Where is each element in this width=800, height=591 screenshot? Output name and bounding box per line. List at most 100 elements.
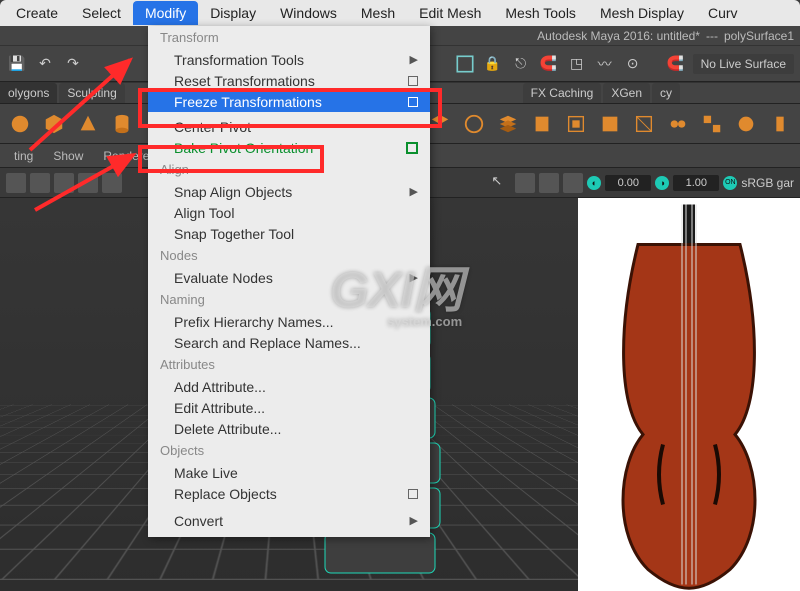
shelf-tab-xgen[interactable]: XGen xyxy=(603,83,650,103)
poly-sphere-icon[interactable] xyxy=(8,112,32,136)
grid-snap-icon[interactable]: ◳ xyxy=(566,53,588,75)
shelf-tab-polygons[interactable]: olygons xyxy=(0,83,57,103)
gamma-value[interactable]: 1.00 xyxy=(673,175,719,191)
menu-create[interactable]: Create xyxy=(4,1,70,25)
image-plane-viewport[interactable] xyxy=(578,198,800,591)
menu-curves[interactable]: Curv xyxy=(696,1,750,25)
panel-icon-5[interactable] xyxy=(102,173,122,193)
srgb-toggle-icon[interactable]: ON xyxy=(723,176,737,190)
menuitem-label: Align Tool xyxy=(174,205,234,221)
section-transform: Transform xyxy=(148,26,430,49)
curve-snap-icon[interactable]: 〰 xyxy=(594,53,616,75)
menuitem-replace-objects[interactable]: Replace Objects xyxy=(148,483,430,504)
menu-mesh[interactable]: Mesh xyxy=(349,1,407,25)
point-snap-icon[interactable]: ⊙ xyxy=(622,53,644,75)
panel-view-icon[interactable] xyxy=(539,173,559,193)
app-title: Autodesk Maya 2016: untitled* xyxy=(537,29,700,43)
menuitem-reset-transformations[interactable]: Reset Transformations xyxy=(148,70,430,91)
select-tool-icon[interactable] xyxy=(454,53,476,75)
menuitem-convert[interactable]: Convert ▶ xyxy=(148,510,430,531)
menubar: Create Select Modify Display Windows Mes… xyxy=(0,0,800,26)
redo-icon[interactable]: ↷ xyxy=(62,53,84,75)
submenu-arrow-icon: ▶ xyxy=(410,514,418,527)
menu-mesh-tools[interactable]: Mesh Tools xyxy=(493,1,588,25)
save-icon[interactable]: 💾 xyxy=(6,53,28,75)
menuitem-make-live[interactable]: Make Live xyxy=(148,462,430,483)
shelf-poly-stack-icon[interactable] xyxy=(496,112,520,136)
menuitem-snap-together[interactable]: Snap Together Tool xyxy=(148,223,430,244)
menu-edit-mesh[interactable]: Edit Mesh xyxy=(407,1,493,25)
menuitem-label: Reset Transformations xyxy=(174,73,315,89)
colorspace-label[interactable]: sRGB gar xyxy=(741,176,794,190)
lock-icon[interactable]: 🔒 xyxy=(482,53,504,75)
exposure-value[interactable]: 0.00 xyxy=(605,175,651,191)
snap-icon[interactable]: ⎋ xyxy=(510,53,532,75)
panel-icon-3[interactable] xyxy=(54,173,74,193)
shelf-extrude-icon[interactable] xyxy=(564,112,588,136)
panel-show[interactable]: Show xyxy=(43,145,93,167)
menu-mesh-display[interactable]: Mesh Display xyxy=(588,1,696,25)
title-sep: --- xyxy=(706,29,718,43)
menuitem-transformation-tools[interactable]: Transformation Tools▶ xyxy=(148,49,430,70)
menuitem-snap-align[interactable]: Snap Align Objects▶ xyxy=(148,181,430,202)
menuitem-bake-pivot[interactable]: Bake Pivot Orientation xyxy=(148,137,430,158)
shelf-tab-fxcaching[interactable]: FX Caching xyxy=(523,83,602,103)
panel-icon-2[interactable] xyxy=(30,173,50,193)
live-surface-icon[interactable]: 🧲 xyxy=(665,53,687,75)
menuitem-add-attribute[interactable]: Add Attribute... xyxy=(148,376,430,397)
exposure-low-icon[interactable]: ◐ xyxy=(587,176,601,190)
menuitem-prefix-names[interactable]: Prefix Hierarchy Names... xyxy=(148,311,430,332)
panel-icon-1[interactable] xyxy=(6,173,26,193)
section-attributes: Attributes xyxy=(148,353,430,376)
poly-cone-icon[interactable] xyxy=(76,112,100,136)
shelf-tab-cy[interactable]: cy xyxy=(652,83,680,103)
panel-lighting[interactable]: ting xyxy=(4,145,43,167)
menuitem-align-tool[interactable]: Align Tool xyxy=(148,202,430,223)
menu-windows[interactable]: Windows xyxy=(268,1,349,25)
shelf-detach-icon[interactable] xyxy=(700,112,724,136)
menu-modify[interactable]: Modify xyxy=(133,1,198,25)
option-box-icon[interactable] xyxy=(408,76,418,86)
poly-cube-icon[interactable] xyxy=(42,112,66,136)
shelf-tab-sculpting[interactable]: Sculpting xyxy=(59,83,124,103)
shelf-poly-2-icon[interactable] xyxy=(462,112,486,136)
panel-sel-icon[interactable]: ↖ xyxy=(491,173,511,193)
shelf-poly-box-icon[interactable] xyxy=(530,112,554,136)
violin-image xyxy=(578,198,800,591)
menuitem-center-pivot[interactable]: Center Pivot xyxy=(148,116,430,137)
exposure-high-icon[interactable]: ◑ xyxy=(655,176,669,190)
menu-display[interactable]: Display xyxy=(198,1,268,25)
shelf-bridge-icon[interactable] xyxy=(632,112,656,136)
menuitem-delete-attribute[interactable]: Delete Attribute... xyxy=(148,418,430,439)
poly-cylinder-icon[interactable] xyxy=(110,112,134,136)
panel-icon-4[interactable] xyxy=(78,173,98,193)
shelf-bevel-icon[interactable] xyxy=(598,112,622,136)
magnet-icon[interactable]: 🧲 xyxy=(538,53,560,75)
menuitem-freeze-transformations[interactable]: Freeze Transformations xyxy=(148,91,430,112)
menuitem-label: Evaluate Nodes xyxy=(174,270,273,286)
panel-cam-icon[interactable] xyxy=(563,173,583,193)
undo-icon[interactable]: ↶ xyxy=(34,53,56,75)
option-box-icon[interactable] xyxy=(406,142,418,154)
shelf-poly-1-icon[interactable] xyxy=(428,112,452,136)
section-align: Align xyxy=(148,158,430,181)
shelf-smooth-icon[interactable] xyxy=(734,112,758,136)
object-name: polySurface1 xyxy=(724,29,794,43)
menuitem-edit-attribute[interactable]: Edit Attribute... xyxy=(148,397,430,418)
section-nodes: Nodes xyxy=(148,244,430,267)
menu-select[interactable]: Select xyxy=(70,1,133,25)
submenu-arrow-icon: ▶ xyxy=(410,271,418,284)
menuitem-evaluate-nodes[interactable]: Evaluate Nodes ▶ xyxy=(148,267,430,288)
shelf-merge-icon[interactable] xyxy=(666,112,690,136)
menuitem-search-replace-names[interactable]: Search and Replace Names... xyxy=(148,332,430,353)
option-box-icon[interactable] xyxy=(408,97,418,107)
option-box-icon[interactable] xyxy=(408,489,418,499)
menuitem-label: Convert xyxy=(174,513,223,529)
menuitem-label: Delete Attribute... xyxy=(174,421,281,437)
shelf-last-icon[interactable] xyxy=(768,112,792,136)
menuitem-label: Center Pivot xyxy=(174,119,251,135)
section-objects: Objects xyxy=(148,439,430,462)
menuitem-label: Snap Together Tool xyxy=(174,226,294,242)
no-live-surface[interactable]: No Live Surface xyxy=(693,54,794,74)
panel-box-icon[interactable] xyxy=(515,173,535,193)
